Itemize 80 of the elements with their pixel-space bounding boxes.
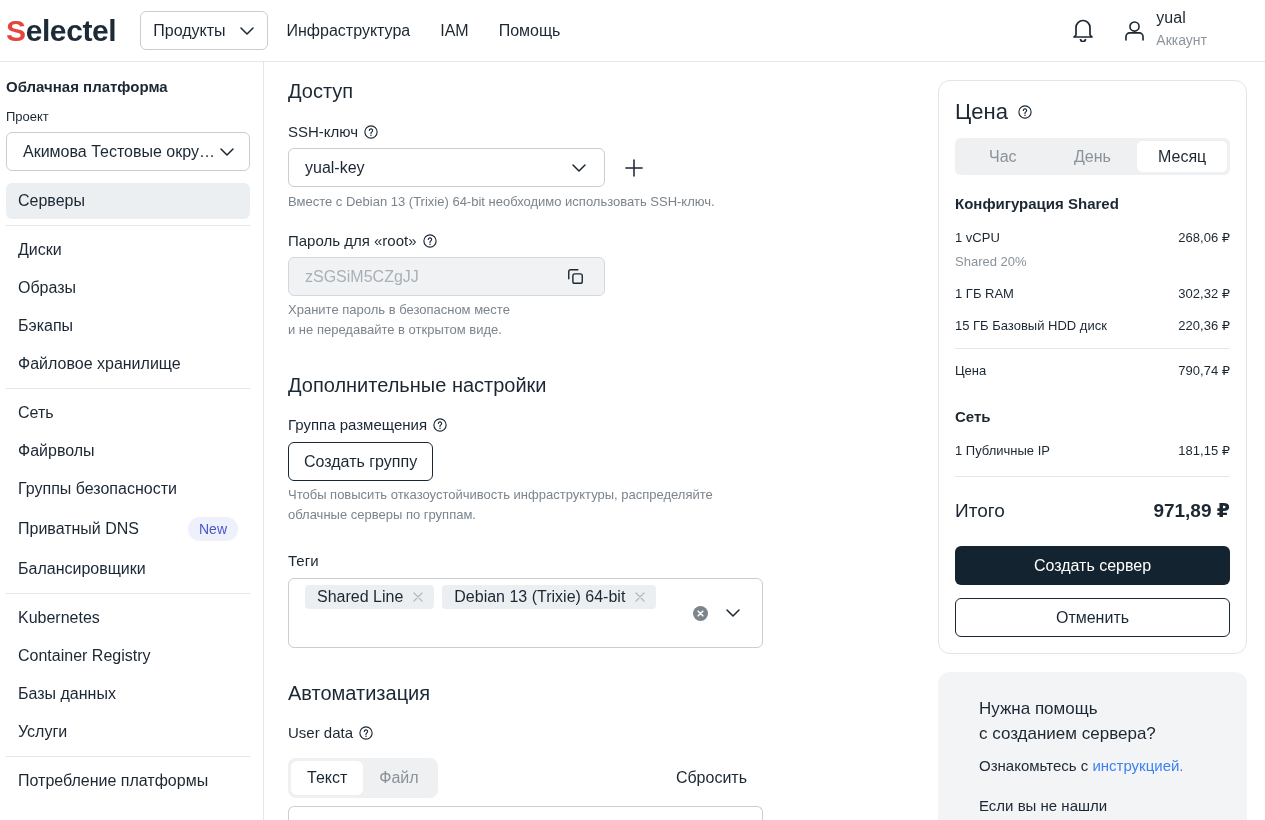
price-amount: 268,06 ₽ [1178, 229, 1230, 247]
create-server-button[interactable]: Создать сервер [955, 546, 1230, 585]
sidebar-item[interactable]: Файрволы [6, 433, 250, 469]
help-text: Ознакомьтесь с инструкцией. [979, 756, 1185, 776]
sidebar-item[interactable]: Серверы [6, 183, 250, 219]
new-badge: New [188, 517, 238, 541]
sidebar-item[interactable]: Услуги [6, 714, 250, 750]
caret-icon [220, 147, 234, 156]
field-hint: Храните пароль в безопасном месте и не передавайте в открытом виде. [288, 301, 511, 339]
section-heading: Дополнительные настройки [288, 373, 548, 398]
help-text: Если вы не нашли [979, 796, 1109, 816]
create-group-button[interactable]: Создать группу [288, 442, 434, 481]
sidebar-item[interactable]: Диски [6, 232, 250, 268]
field-label: Пароль для «root» [288, 231, 417, 251]
field-label: Группа размещения [288, 415, 428, 435]
total-label: Итого [955, 499, 1005, 523]
price-line-label: 1 ГБ RAM [955, 285, 1014, 303]
field-label: User data [288, 723, 354, 743]
help-title: Нужна помощь с созданием сервера? [979, 698, 1157, 745]
help-icon[interactable] [364, 125, 379, 139]
price-line-label: 15 ГБ Базовый HDD диск [955, 317, 1107, 335]
ssh-key-select[interactable]: yual-key [288, 148, 605, 187]
sidebar-item[interactable]: Приватный DNS New [6, 509, 250, 549]
price-note: Shared 20% [955, 253, 1028, 271]
field-label: Теги [288, 551, 319, 571]
project-select[interactable]: Акимова Тестовые окру… [6, 132, 250, 171]
account-name: yual [1156, 8, 1187, 28]
user-icon[interactable] [1125, 20, 1145, 41]
sidebar-item[interactable]: Потребление платформы [6, 763, 250, 799]
sidebar-item[interactable]: Файловое хранилище [6, 346, 250, 382]
section-title: Конфигурация Shared [955, 194, 1120, 214]
reset-button[interactable]: Сбросить [659, 758, 763, 798]
caret-icon [239, 26, 254, 35]
sidebar-title: Облачная платформа [6, 77, 169, 97]
caret-icon [572, 163, 586, 172]
tags-field[interactable]: Shared Line Debian 13 (Trixie) 64-bit [288, 578, 763, 648]
price-amount: 302,32 ₽ [1178, 285, 1230, 303]
nav-link[interactable]: Инфраструктура [286, 21, 411, 40]
project-label: Проект [6, 108, 50, 126]
section-heading: Автоматизация [288, 681, 432, 706]
help-icon[interactable] [433, 418, 448, 432]
section-heading: Доступ [288, 79, 355, 104]
section-title: Сеть [955, 407, 992, 427]
subtotal-amount: 790,74 ₽ [1178, 362, 1230, 380]
account-caption: Аккаунт [1156, 31, 1207, 49]
price-amount: 220,36 ₽ [1178, 317, 1230, 335]
nav-link[interactable]: IAM [440, 21, 469, 40]
mode-tab[interactable]: Текст [291, 761, 364, 795]
sidebar-item[interactable]: Образы [6, 270, 250, 306]
sidebar-item[interactable]: Container Registry [6, 638, 250, 674]
field-hint: Чтобы повысить отказоустойчивость инфраструктуры, распределяйте облачные серверы по группам. [288, 486, 714, 524]
cancel-button[interactable]: Отменить [955, 598, 1230, 637]
price-line-label: 1 Публичные IP [955, 442, 1050, 460]
nav-link[interactable]: Помощь [498, 21, 561, 40]
plus-icon[interactable] [625, 158, 643, 177]
bell-icon[interactable] [1073, 19, 1094, 42]
tag-label: Shared Line [317, 588, 404, 606]
sidebar-item[interactable]: Kubernetes [6, 600, 250, 636]
user-data-field[interactable] [288, 806, 763, 820]
brand-logo[interactable]: Selectel [6, 13, 117, 48]
sidebar-item[interactable]: Базы данных [6, 676, 250, 712]
price-amount: 181,15 ₽ [1178, 442, 1230, 460]
total-amount: 971,89 ₽ [1153, 499, 1230, 523]
field-hint: Вместе с Debian 13 (Trixie) 64-bit необходимо использовать SSH-ключ. [288, 193, 716, 211]
help-icon[interactable] [359, 726, 374, 740]
caret-icon[interactable] [726, 609, 740, 617]
sidebar-item[interactable]: Балансировщики [6, 551, 250, 587]
period-tab[interactable]: Месяц [1137, 141, 1227, 172]
nav-dropdown[interactable]: Продукты [140, 11, 268, 50]
sidebar-item[interactable]: Группы безопасности [6, 471, 250, 507]
subtotal-label: Цена [955, 362, 987, 380]
field-label: SSH-ключ [288, 122, 359, 142]
clear-icon[interactable] [693, 605, 708, 621]
sidebar-item[interactable]: Бэкапы [6, 308, 250, 344]
help-icon[interactable] [1017, 105, 1032, 119]
price-line-label: 1 vCPU [955, 229, 1000, 247]
tag-label: Debian 13 (Trixie) 64-bit [454, 588, 626, 606]
help-icon[interactable] [422, 234, 437, 248]
sidebar-item[interactable]: Сеть [6, 395, 250, 431]
price-title: Цена [955, 98, 1008, 126]
